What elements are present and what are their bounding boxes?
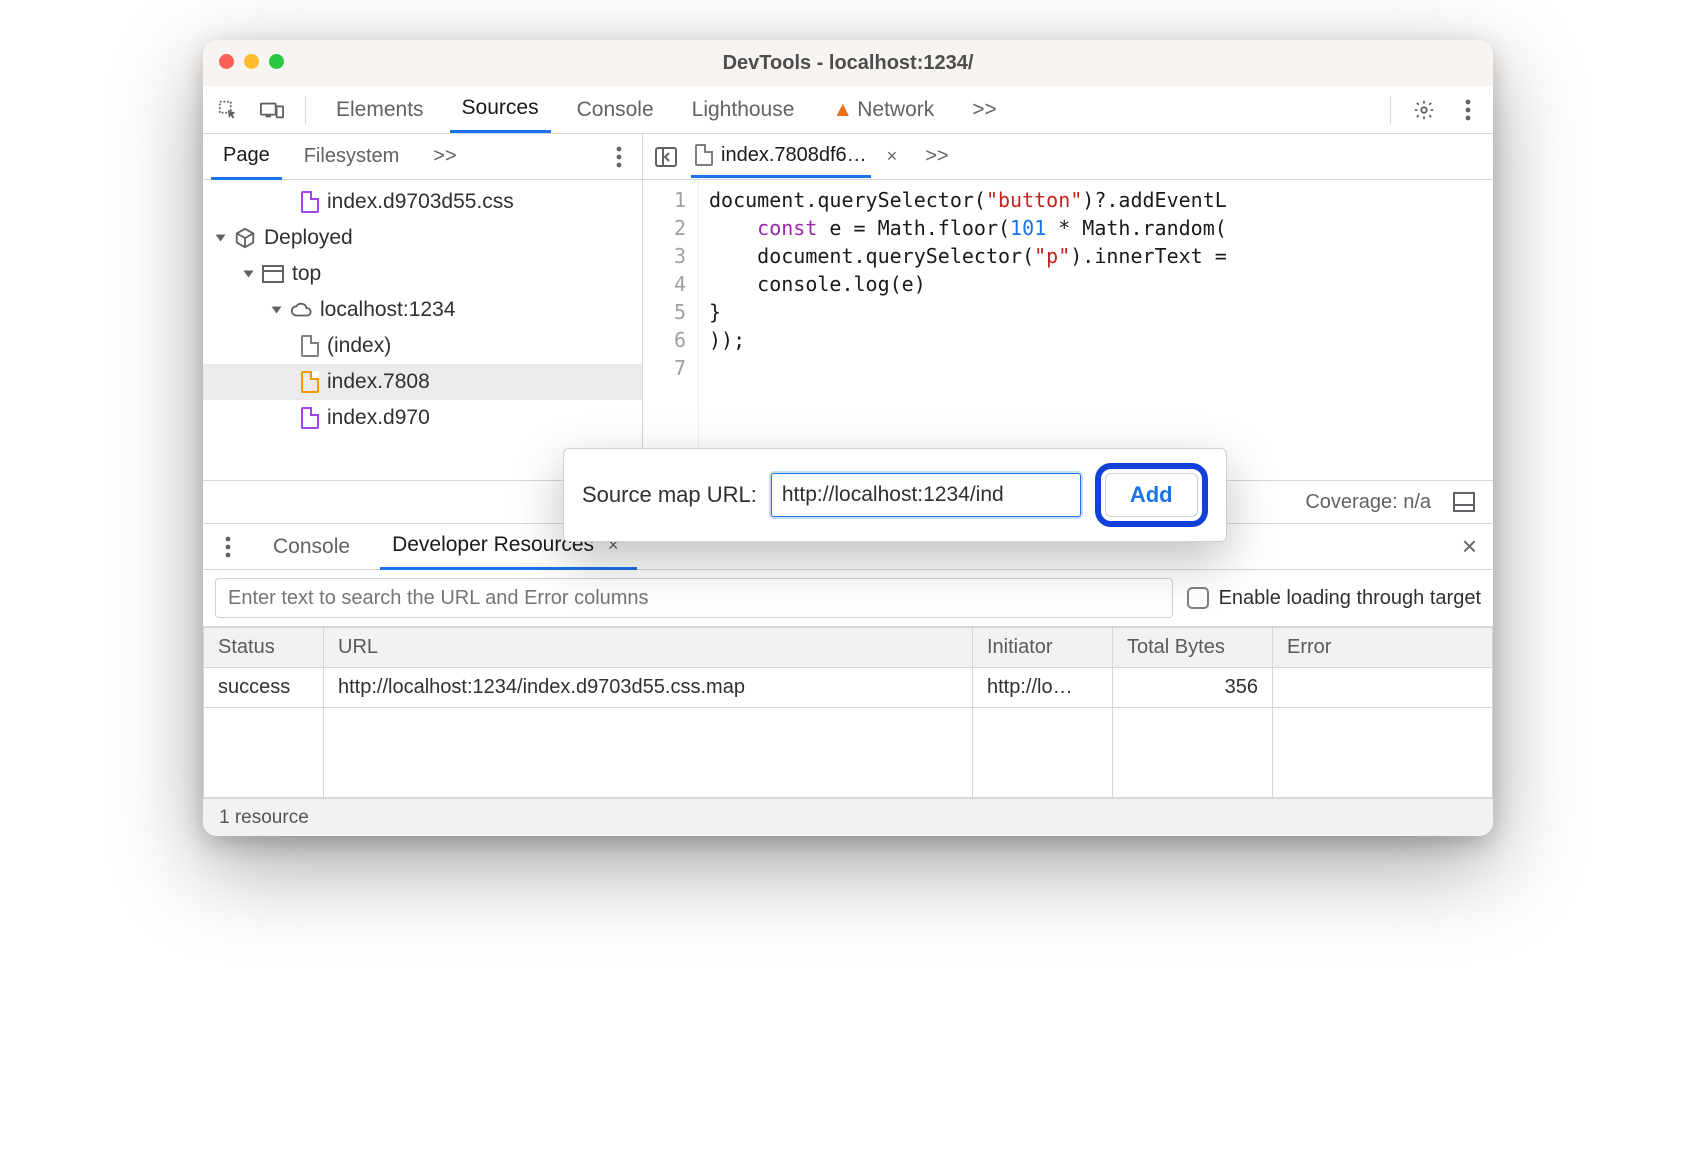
warning-icon: ▲ (832, 98, 853, 121)
drawer-tab-console[interactable]: Console (261, 525, 362, 569)
coverage-label: Coverage: n/a (1305, 491, 1431, 514)
editor-tabs-bar: index.7808df6… × >> (643, 134, 1493, 179)
tree-label: Deployed (264, 226, 353, 250)
tab-elements[interactable]: Elements (324, 88, 436, 132)
col-bytes[interactable]: Total Bytes (1113, 628, 1273, 668)
tab-network[interactable]: ▲Network (820, 88, 946, 132)
enable-loading-toggle[interactable]: Enable loading through target (1187, 587, 1481, 610)
resource-count: 1 resource (219, 807, 309, 829)
cell-bytes: 356 (1113, 668, 1273, 708)
navigator-more[interactable]: >> (421, 135, 468, 178)
col-status[interactable]: Status (204, 628, 324, 668)
col-initiator[interactable]: Initiator (973, 628, 1113, 668)
toggle-navigator-icon[interactable] (651, 142, 681, 172)
cell-initiator: http://lo… (973, 668, 1113, 708)
tree-label: localhost:1234 (320, 298, 455, 322)
tree-item-top[interactable]: top (203, 256, 642, 292)
cell-status: success (204, 668, 324, 708)
zoom-window-button[interactable] (269, 54, 284, 69)
navigator-tabs: Page Filesystem >> (203, 134, 643, 179)
drawer-statusbar: 1 resource (203, 798, 1493, 836)
cloud-icon (290, 301, 312, 319)
tree-item-css2[interactable]: index.d970 (203, 400, 642, 436)
source-map-url-input[interactable] (771, 473, 1081, 517)
open-file-tab[interactable]: index.7808df6… (691, 136, 871, 178)
file-icon (301, 335, 319, 357)
sources-subbar: Page Filesystem >> index.7808df6… × >> (203, 134, 1493, 180)
tree-label: (index) (327, 334, 391, 358)
tab-sources[interactable]: Sources (450, 86, 551, 133)
close-drawer-button[interactable]: × (1456, 531, 1483, 562)
open-file-name: index.7808df6… (721, 144, 867, 167)
settings-icon[interactable] (1409, 95, 1439, 125)
tab-lighthouse[interactable]: Lighthouse (680, 88, 807, 132)
tree-label: top (292, 262, 321, 286)
main-toolbar: Elements Sources Console Lighthouse ▲Net… (203, 86, 1493, 134)
tree-item-deployed[interactable]: Deployed (203, 220, 642, 256)
cell-error (1273, 668, 1493, 708)
checkbox-icon[interactable] (1187, 587, 1209, 609)
source-text: document.querySelector("button")?.addEve… (699, 180, 1493, 480)
add-button-highlight: Add (1095, 463, 1208, 527)
cube-icon (234, 227, 256, 249)
window-title: DevTools - localhost:1234/ (723, 52, 974, 75)
sources-body: index.d9703d55.css Deployed top localhos… (203, 180, 1493, 480)
devres-toolbar: Enable loading through target (203, 570, 1493, 627)
col-url[interactable]: URL (324, 628, 973, 668)
frame-icon (262, 265, 284, 283)
drawer-menu-icon[interactable] (213, 532, 243, 562)
gutter: 1234567 (643, 180, 699, 480)
minimize-window-button[interactable] (244, 54, 259, 69)
search-input[interactable] (215, 578, 1173, 618)
cell-url: http://localhost:1234/index.d9703d55.css… (324, 668, 973, 708)
inspect-icon[interactable] (213, 95, 243, 125)
device-toggle-icon[interactable] (257, 95, 287, 125)
editor-more-tabs[interactable]: >> (913, 135, 960, 178)
navigator-menu-icon[interactable] (604, 142, 634, 172)
tree-item-css[interactable]: index.d9703d55.css (203, 184, 642, 220)
caret-icon (272, 307, 282, 314)
show-drawer-icon[interactable] (1449, 487, 1479, 517)
caret-icon (244, 271, 254, 278)
add-button[interactable]: Add (1105, 473, 1198, 517)
more-tabs-button[interactable]: >> (960, 88, 1009, 132)
titlebar: DevTools - localhost:1234/ (203, 40, 1493, 86)
css-file-icon (301, 191, 319, 213)
tree-item-host[interactable]: localhost:1234 (203, 292, 642, 328)
col-error[interactable]: Error (1273, 628, 1493, 668)
tree-item-js[interactable]: index.7808 (203, 364, 642, 400)
css-file-icon (301, 407, 319, 429)
popup-label: Source map URL: (582, 482, 757, 508)
devtools-window: DevTools - localhost:1234/ Elements Sour… (203, 40, 1493, 836)
file-icon (695, 144, 713, 166)
window-controls (219, 54, 284, 69)
tree-label: index.7808 (327, 370, 430, 394)
close-tab-button[interactable]: × (881, 146, 904, 167)
tab-page[interactable]: Page (211, 134, 282, 180)
kebab-menu-icon[interactable] (1453, 95, 1483, 125)
tree-label: index.d9703d55.css (327, 190, 514, 214)
caret-icon (216, 235, 226, 242)
resources-table: Status URL Initiator Total Bytes Error s… (203, 627, 1493, 798)
tab-filesystem[interactable]: Filesystem (292, 135, 412, 178)
source-map-popup: Source map URL: Add (563, 448, 1227, 542)
checkbox-label: Enable loading through target (1219, 587, 1481, 610)
file-tree: index.d9703d55.css Deployed top localhos… (203, 180, 643, 480)
js-file-icon (301, 371, 319, 393)
table-row[interactable]: success http://localhost:1234/index.d970… (204, 668, 1493, 708)
tree-label: index.d970 (327, 406, 430, 430)
close-window-button[interactable] (219, 54, 234, 69)
code-editor[interactable]: 1234567 document.querySelector("button")… (643, 180, 1493, 480)
tree-item-index[interactable]: (index) (203, 328, 642, 364)
tab-console[interactable]: Console (565, 88, 666, 132)
